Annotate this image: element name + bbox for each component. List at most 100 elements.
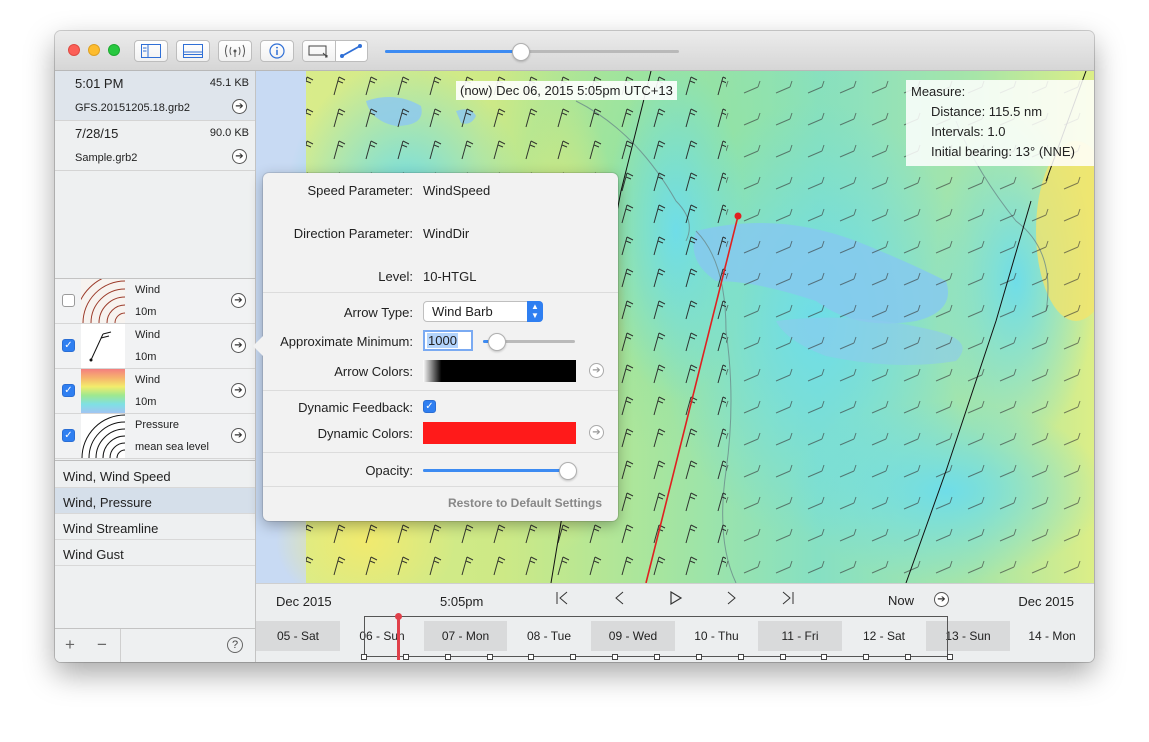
layer-level: 10m [135, 351, 157, 363]
layer-item[interactable]: ✓ Wind 10m ➔ [55, 369, 255, 414]
select-area-tool[interactable] [303, 41, 336, 61]
now-go-button[interactable]: ➔ [934, 592, 949, 607]
zoom-button[interactable] [108, 44, 120, 56]
approx-min-slider[interactable] [483, 333, 575, 351]
dynamic-feedback-checkbox[interactable]: ✓ [423, 400, 436, 413]
approx-min-slider-knob[interactable] [487, 333, 506, 351]
isolines-icon [81, 279, 125, 323]
layer-visibility-checkbox[interactable] [62, 294, 75, 307]
layer-item[interactable]: ✓ Wind 10m ➔ [55, 324, 255, 369]
arrow-type-select[interactable]: Wind Barb ▲ ▼ [423, 301, 543, 322]
now-button[interactable]: Now [888, 593, 914, 608]
close-button[interactable] [68, 44, 80, 56]
timeline-start-date: Dec 2015 [276, 594, 332, 609]
add-button[interactable]: + [65, 636, 75, 653]
timeline-handle[interactable] [570, 654, 577, 660]
approx-min-label: Approximate Minimum: [280, 334, 413, 349]
speed-parameter-value: WindSpeed [423, 183, 491, 198]
timeline-handle[interactable] [361, 654, 367, 660]
measure-intervals: Intervals: 1.0 [931, 124, 1006, 139]
file-item[interactable]: 7/28/15 90.0 KB Sample.grb2 ➔ [55, 121, 255, 171]
layer-visibility-checkbox[interactable]: ✓ [62, 339, 75, 352]
toolbar-slider[interactable] [385, 43, 679, 61]
timeline-handle[interactable] [486, 654, 493, 660]
restore-defaults-button[interactable]: Restore to Default Settings [448, 496, 602, 510]
day-cell[interactable]: 14 - Mon [1010, 621, 1094, 651]
step-back-button[interactable] [612, 590, 628, 611]
info-button[interactable] [260, 40, 294, 62]
file-open-button[interactable]: ➔ [232, 99, 247, 114]
arrow-type-label: Arrow Type: [343, 305, 413, 320]
sidebar-toggle-icon [141, 44, 161, 58]
timeline-handle[interactable] [863, 654, 870, 660]
toolbar-slider-fill [385, 50, 521, 53]
divider [120, 629, 121, 662]
layer-item[interactable]: Wind 10m ➔ [55, 279, 255, 324]
layer-settings-button[interactable]: ➔ [231, 383, 246, 398]
layer-settings-button[interactable]: ➔ [231, 428, 246, 443]
timeline-handle[interactable] [444, 654, 451, 660]
arrow-colors-swatch[interactable] [423, 360, 576, 382]
step-forward-button[interactable] [723, 590, 739, 611]
sidebar-toggle-button[interactable] [134, 40, 168, 62]
timeline-handle[interactable] [528, 654, 535, 660]
timeline-handle[interactable] [737, 654, 744, 660]
preset-item[interactable]: Wind, Wind Speed [55, 462, 255, 488]
select-area-icon [308, 45, 328, 58]
file-item[interactable]: 5:01 PM 45.1 KB GFS.20151205.18.grb2 ➔ [55, 71, 255, 121]
help-button[interactable]: ? [227, 637, 243, 653]
skip-to-end-button[interactable] [779, 590, 795, 611]
arrow-circle-icon: ➔ [232, 149, 247, 164]
preset-item[interactable]: Wind Streamline [55, 514, 255, 540]
layer-settings-button[interactable]: ➔ [231, 293, 246, 308]
layer-item[interactable]: ✓ Pressure mean sea level ➔ [55, 414, 255, 459]
timeline-handle[interactable] [779, 654, 786, 660]
chevron-right-icon [727, 591, 736, 605]
timeline-time: 5:05pm [440, 594, 484, 609]
timeline-handle[interactable] [821, 654, 828, 660]
timeline-handle[interactable] [654, 654, 660, 660]
opacity-slider-knob[interactable] [559, 462, 577, 480]
approx-min-input[interactable]: 1000 [423, 330, 473, 351]
day-cell[interactable]: 05 - Sat [256, 621, 340, 651]
timeline-handle[interactable] [695, 654, 702, 660]
file-name: GFS.20151205.18.grb2 [75, 102, 190, 114]
file-time: 7/28/15 [75, 126, 119, 141]
opacity-slider-fill [423, 469, 567, 472]
timeline-handle[interactable] [402, 654, 409, 660]
toolbar-slider-knob[interactable] [512, 43, 531, 61]
minimize-button[interactable] [88, 44, 100, 56]
opacity-slider[interactable] [423, 462, 577, 480]
dynamic-colors-button[interactable]: ➔ [589, 425, 604, 440]
arrow-colors-button[interactable]: ➔ [589, 363, 604, 378]
layer-visibility-checkbox[interactable]: ✓ [62, 429, 75, 442]
layer-level: mean sea level [135, 441, 209, 453]
timeline-handle[interactable] [612, 654, 619, 660]
timeline-handle[interactable] [947, 654, 953, 660]
info-icon [269, 43, 285, 59]
opacity-label: Opacity: [365, 463, 413, 478]
layer-name: Wind [135, 284, 161, 296]
play-button[interactable] [668, 590, 684, 611]
dynamic-colors-swatch[interactable] [423, 422, 576, 444]
current-time-label: (now) Dec 06, 2015 5:05pm UTC+13 [456, 81, 677, 100]
file-open-button[interactable]: ➔ [232, 149, 247, 164]
layer-visibility-checkbox[interactable]: ✓ [62, 384, 75, 397]
preset-item[interactable]: Wind, Pressure [55, 488, 255, 514]
remove-button[interactable]: − [97, 636, 107, 653]
level-value: 10-HTGL [423, 269, 477, 284]
timeline: Dec 2015 5:05pm Now ➔ Dec 2015 05 - Sat … [256, 583, 1094, 662]
timeline-cursor[interactable] [397, 616, 400, 660]
measure-line-tool[interactable] [335, 41, 367, 61]
timeline-handle[interactable] [905, 654, 912, 660]
broadcast-button[interactable] [218, 40, 252, 62]
bottom-panel-toggle-button[interactable] [176, 40, 210, 62]
skip-to-start-button[interactable] [555, 590, 571, 611]
chevron-left-icon [615, 591, 624, 605]
measure-tool-segment [302, 40, 368, 62]
timeline-selection[interactable] [364, 616, 948, 657]
divider [263, 390, 618, 391]
layer-settings-button[interactable]: ➔ [231, 338, 246, 353]
preset-item[interactable]: Wind Gust [55, 540, 255, 566]
timeline-cursor-handle[interactable] [395, 613, 402, 620]
